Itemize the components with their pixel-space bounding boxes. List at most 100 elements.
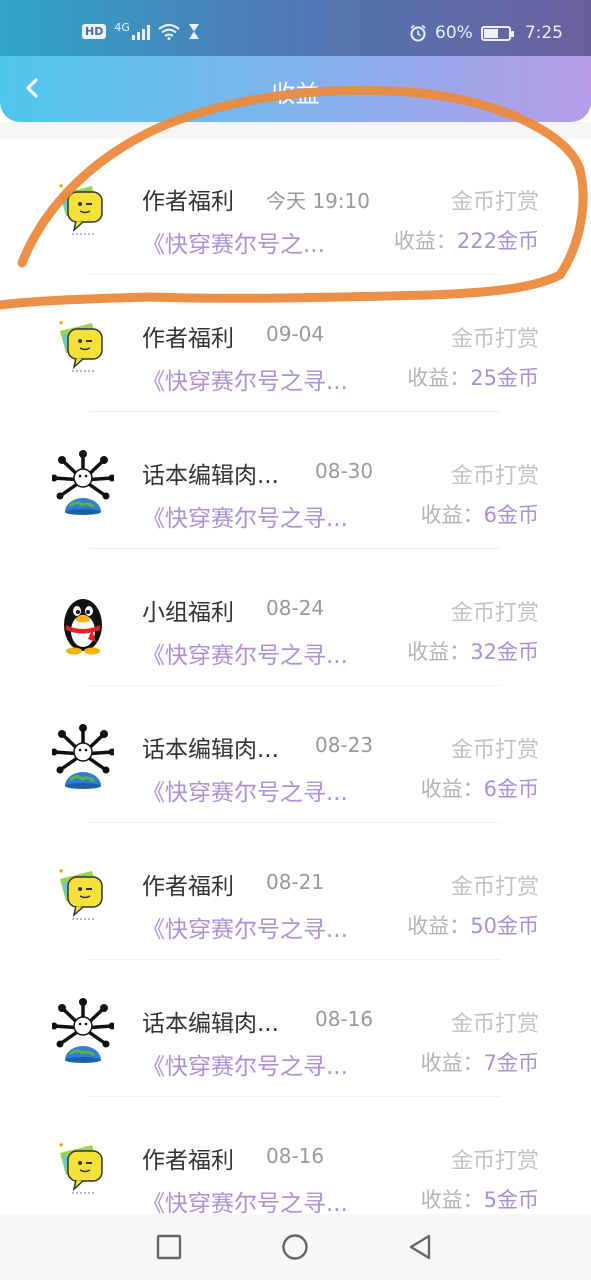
item-date: 08-24 bbox=[266, 596, 325, 620]
svg-text:★: ★ bbox=[58, 867, 64, 875]
sticker-icon: ★ bbox=[52, 176, 114, 246]
earnings-unit: 金币 bbox=[497, 914, 539, 938]
svg-text:★: ★ bbox=[58, 1141, 64, 1149]
sticker-icon: ★ bbox=[52, 861, 114, 931]
reward-type: 金币打赏 bbox=[450, 601, 539, 626]
item-date: 08-16 bbox=[266, 1144, 325, 1168]
list-item[interactable]: 话本编辑肉... 08-16 金币打赏 《快穿赛尔号之寻... 收益：7金币 bbox=[0, 960, 591, 1097]
earnings-label: 收益： bbox=[393, 229, 457, 253]
reward-type: 金币打赏 bbox=[450, 875, 539, 900]
sticker-icon: ★ bbox=[52, 313, 114, 383]
square-icon bbox=[156, 1234, 182, 1260]
item-header: 话本编辑肉... 08-23 金币打赏 bbox=[142, 730, 539, 763]
earnings-label: 收益： bbox=[420, 1051, 484, 1075]
list-item[interactable]: ★ 作者福利 09-04 金币打赏 《快穿赛尔号之寻... 收益：25金币 bbox=[0, 275, 591, 412]
item-date: 今天 19:10 bbox=[266, 189, 370, 213]
item-header: 作者福利 08-16 金币打赏 bbox=[142, 1141, 539, 1174]
reward-type: 金币打赏 bbox=[450, 464, 539, 489]
triangle-back-icon bbox=[409, 1234, 431, 1260]
reward-type: 金币打赏 bbox=[450, 1012, 539, 1037]
list-item[interactable]: ★ 作者福利 08-21 金币打赏 《快穿赛尔号之寻... 收益：50金币 bbox=[0, 823, 591, 960]
sender-name: 作者福利 bbox=[142, 326, 234, 352]
clock: 7:25 bbox=[524, 23, 563, 43]
sticker-icon: ★ bbox=[52, 1135, 114, 1205]
sender-name: 话本编辑肉... bbox=[142, 463, 279, 489]
globe-character-icon bbox=[50, 998, 116, 1068]
earnings-unit: 金币 bbox=[497, 640, 539, 664]
reward-type: 金币打赏 bbox=[450, 738, 539, 763]
earnings-label: 收益： bbox=[407, 914, 471, 938]
item-detail: 《快穿赛尔号之... 收益：222金币 bbox=[142, 225, 539, 258]
globe-character-icon bbox=[50, 450, 116, 520]
earnings-unit: 金币 bbox=[497, 366, 539, 390]
earnings-unit: 金币 bbox=[497, 777, 539, 801]
hd-badge: HD bbox=[82, 24, 107, 39]
penguin-icon bbox=[52, 587, 114, 657]
sender-name: 作者福利 bbox=[142, 189, 234, 215]
svg-text:★: ★ bbox=[58, 319, 64, 327]
network-label: 4G bbox=[114, 21, 130, 34]
item-detail: 《快穿赛尔号之寻... 收益：50金币 bbox=[142, 910, 539, 943]
earnings-unit: 金币 bbox=[497, 1188, 539, 1212]
earnings-amount: 6 bbox=[483, 503, 497, 527]
earnings-amount: 50 bbox=[470, 914, 497, 938]
list-item[interactable]: 话本编辑肉... 08-23 金币打赏《快穿赛尔号之寻... 收益：6金币 bbox=[0, 686, 591, 823]
earnings-label: 收益： bbox=[420, 503, 484, 527]
battery-percent: 60% bbox=[435, 23, 473, 43]
earnings-amount: 6 bbox=[483, 777, 497, 801]
item-date: 08-21 bbox=[266, 870, 325, 894]
item-header: 作者福利 今天 19:10 金币打赏 bbox=[142, 182, 539, 215]
item-header: 作者福利 08-21 金币打赏 bbox=[142, 867, 539, 900]
book-title-link[interactable]: 《快穿赛尔号之寻... bbox=[142, 773, 348, 807]
item-detail: 《快穿赛尔号之寻... 收益：25金币 bbox=[142, 362, 539, 395]
earnings-amount: 25 bbox=[470, 366, 497, 390]
item-header: 话本编辑肉... 08-30 金币打赏 bbox=[142, 456, 539, 489]
earnings-amount: 5 bbox=[483, 1188, 497, 1212]
list-item[interactable]: ★ 作者福利 今天 19:10 金币打赏《快穿赛尔号之... 收益：222金币 bbox=[0, 138, 591, 275]
battery-icon bbox=[480, 25, 514, 41]
item-date: 09-04 bbox=[266, 322, 325, 346]
sender-name: 话本编辑肉... bbox=[142, 737, 279, 763]
wifi-icon bbox=[158, 23, 180, 40]
item-detail: 《快穿赛尔号之寻... 收益：6金币 bbox=[142, 499, 539, 532]
earnings-value: 收益：222金币 bbox=[394, 225, 539, 255]
earnings-label: 收益： bbox=[420, 777, 484, 801]
earnings-unit: 金币 bbox=[497, 503, 539, 527]
home-button[interactable] bbox=[281, 1233, 309, 1261]
earnings-value: 收益：50金币 bbox=[407, 910, 539, 940]
earnings-label: 收益： bbox=[420, 1188, 484, 1212]
earnings-value: 收益：32金币 bbox=[407, 636, 539, 666]
hourglass-icon bbox=[188, 24, 199, 39]
item-date: 08-23 bbox=[315, 733, 374, 757]
header-spacer bbox=[0, 122, 591, 138]
item-header: 小组福利 08-24 金币打赏 bbox=[142, 593, 539, 626]
book-title-link[interactable]: 《快穿赛尔号之寻... bbox=[142, 910, 348, 944]
earnings-label: 收益： bbox=[407, 366, 471, 390]
book-title-link[interactable]: 《快穿赛尔号之... bbox=[142, 225, 325, 259]
item-detail: 《快穿赛尔号之寻... 收益：7金币 bbox=[142, 1047, 539, 1080]
earnings-value: 收益：25金币 bbox=[407, 362, 539, 392]
circle-icon bbox=[282, 1234, 308, 1260]
book-title-link[interactable]: 《快穿赛尔号之寻... bbox=[142, 362, 348, 396]
book-title-link[interactable]: 《快穿赛尔号之寻... bbox=[142, 636, 348, 670]
earnings-unit: 金币 bbox=[497, 229, 539, 253]
item-detail: 《快穿赛尔号之寻... 收益：5金币 bbox=[142, 1184, 539, 1214]
earnings-amount: 7 bbox=[483, 1051, 497, 1075]
recents-button[interactable] bbox=[155, 1233, 183, 1261]
status-left: HD 4G bbox=[82, 21, 200, 40]
earnings-list[interactable]: ★ 作者福利 今天 19:10 金币打赏 《快穿赛尔号之... 收益：222金币 ★ 作者福利… bbox=[0, 138, 591, 1214]
list-item[interactable]: ★ 作者福利 08-16 金币打赏 《快穿赛尔号之寻... 收益：5金币 bbox=[0, 1097, 591, 1214]
globe-character-icon bbox=[50, 724, 116, 794]
book-title-link[interactable]: 《快穿赛尔号之寻... bbox=[142, 1184, 348, 1214]
page-title: 收益 bbox=[271, 80, 320, 108]
reward-type: 金币打赏 bbox=[450, 190, 539, 215]
status-right: 60% 7:25 bbox=[409, 23, 563, 43]
svg-text:★: ★ bbox=[58, 182, 64, 190]
book-title-link[interactable]: 《快穿赛尔号之寻... bbox=[142, 499, 348, 533]
nav-back-button[interactable] bbox=[406, 1233, 434, 1261]
list-item[interactable]: 话本编辑肉... 08-30 金币打赏 《快穿赛尔号之寻... 收益：6金币 bbox=[0, 412, 591, 549]
signal-icon bbox=[131, 24, 150, 40]
book-title-link[interactable]: 《快穿赛尔号之寻... bbox=[142, 1047, 348, 1081]
earnings-label: 收益： bbox=[407, 640, 471, 664]
list-item[interactable]: 小组福利 08-24 金币打赏 《快穿赛尔号之寻... 收益：32金币 bbox=[0, 549, 591, 686]
